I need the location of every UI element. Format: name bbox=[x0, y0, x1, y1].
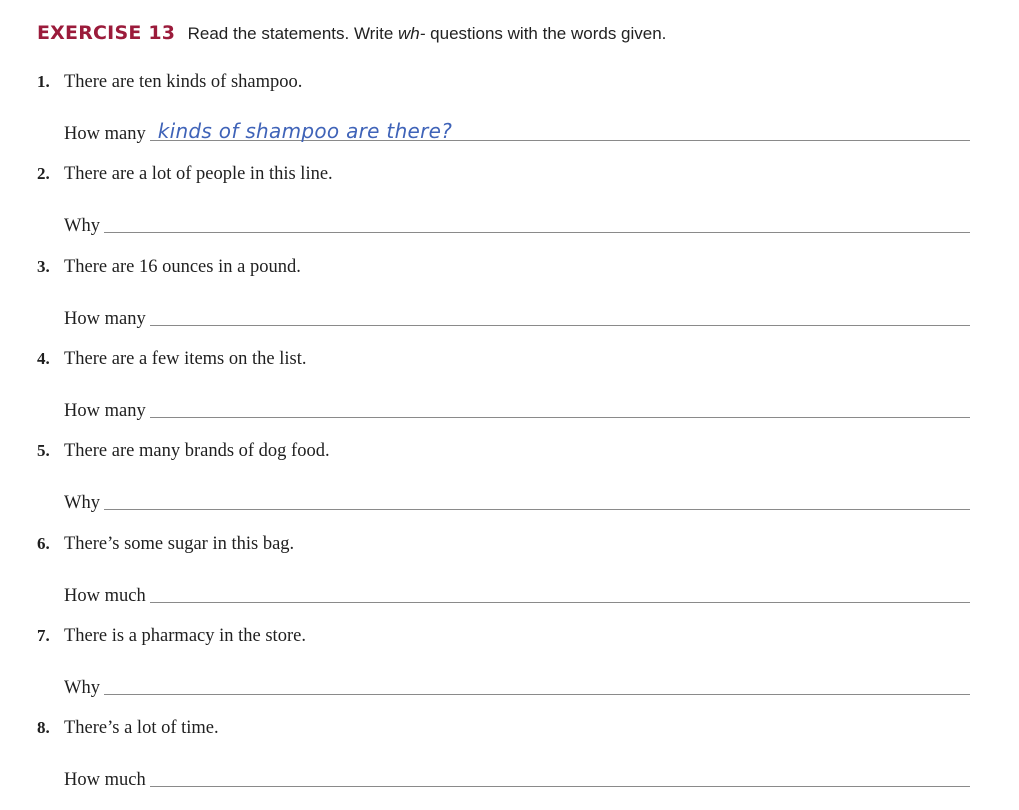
exercise-header: EXERCISE 13 Read the statements. Write w… bbox=[37, 22, 666, 44]
item-statement: 6. There’s some sugar in this bag. bbox=[37, 534, 294, 555]
item-statement: 7. There is a pharmacy in the store. bbox=[37, 626, 306, 647]
answer-row: How many bbox=[64, 303, 970, 329]
exercise-item: 7. There is a pharmacy in the store. Why bbox=[37, 626, 970, 718]
item-number: 6. bbox=[37, 534, 50, 553]
statement-text: There’s some sugar in this bag. bbox=[64, 534, 295, 554]
item-number: 7. bbox=[37, 626, 50, 645]
exercise-item: 8. There’s a lot of time. How much bbox=[37, 718, 970, 810]
handwritten-answer: kinds of shampoo are there? bbox=[157, 119, 453, 143]
answer-line[interactable] bbox=[103, 487, 970, 510]
instruction-text-start: Read the statements. Write bbox=[187, 24, 399, 43]
statement-text: There are ten kinds of shampoo. bbox=[64, 72, 303, 92]
answer-line[interactable]: kinds of shampoo are there? bbox=[149, 118, 970, 143]
item-statement: 5. There are many brands of dog food. bbox=[37, 441, 330, 462]
item-number: 3. bbox=[37, 257, 50, 276]
item-statement: 2. There are a lot of people in this line… bbox=[37, 164, 333, 185]
question-prompt: Why bbox=[64, 493, 100, 513]
question-prompt: Why bbox=[64, 216, 100, 236]
answer-row: How much bbox=[64, 580, 970, 606]
question-prompt: How many bbox=[64, 401, 146, 421]
statement-text: There’s a lot of time. bbox=[64, 718, 219, 738]
item-number: 1. bbox=[37, 72, 50, 91]
answer-row: How many bbox=[64, 395, 970, 421]
item-number: 2. bbox=[37, 164, 50, 183]
instruction-text-end: questions with the words given. bbox=[425, 24, 667, 43]
answer-row: Why bbox=[64, 487, 970, 513]
question-prompt: Why bbox=[64, 678, 100, 698]
statement-text: There are a few items on the list. bbox=[64, 349, 307, 369]
answer-line[interactable] bbox=[103, 210, 970, 233]
statement-text: There are 16 ounces in a pound. bbox=[64, 257, 301, 277]
question-prompt: How much bbox=[64, 586, 146, 606]
exercise-item: 1. There are ten kinds of shampoo. How ma… bbox=[37, 72, 970, 164]
item-statement: 3. There are 16 ounces in a pound. bbox=[37, 257, 301, 278]
item-number: 4. bbox=[37, 349, 50, 368]
answer-line[interactable] bbox=[149, 395, 970, 418]
item-statement: 4. There are a few items on the list. bbox=[37, 349, 306, 370]
item-statement: 1. There are ten kinds of shampoo. bbox=[37, 72, 302, 93]
answer-row: Why bbox=[64, 210, 970, 236]
answer-line[interactable] bbox=[149, 764, 970, 787]
answer-line[interactable] bbox=[149, 303, 970, 326]
exercise-item: 5. There are many brands of dog food. Why bbox=[37, 441, 970, 533]
exercise-item: 6. There’s some sugar in this bag. How mu… bbox=[37, 534, 970, 626]
answer-row: How much bbox=[64, 764, 970, 790]
exercise-item: 3. There are 16 ounces in a pound. How ma… bbox=[37, 257, 970, 349]
statement-text: There are many brands of dog food. bbox=[64, 441, 330, 461]
exercise-item: 4. There are a few items on the list. How… bbox=[37, 349, 970, 441]
question-prompt: How many bbox=[64, 124, 146, 144]
exercise-item: 2. There are a lot of people in this line… bbox=[37, 164, 970, 256]
exercise-label: EXERCISE 13 bbox=[37, 22, 176, 44]
item-number: 8. bbox=[37, 718, 50, 737]
exercise-instruction: Read the statements. Write wh- questions… bbox=[188, 24, 667, 43]
question-prompt: How many bbox=[64, 309, 146, 329]
answer-row: Why bbox=[64, 672, 970, 698]
item-statement: 8. There’s a lot of time. bbox=[37, 718, 219, 739]
answer-row: How many kinds of shampoo are there? bbox=[64, 118, 970, 144]
question-prompt: How much bbox=[64, 770, 146, 790]
answer-line[interactable] bbox=[103, 672, 970, 695]
statement-text: There are a lot of people in this line. bbox=[64, 164, 333, 184]
statement-text: There is a pharmacy in the store. bbox=[64, 626, 306, 646]
answer-line[interactable] bbox=[149, 580, 970, 603]
instruction-italic-text: wh- bbox=[398, 24, 426, 43]
item-number: 5. bbox=[37, 441, 50, 460]
